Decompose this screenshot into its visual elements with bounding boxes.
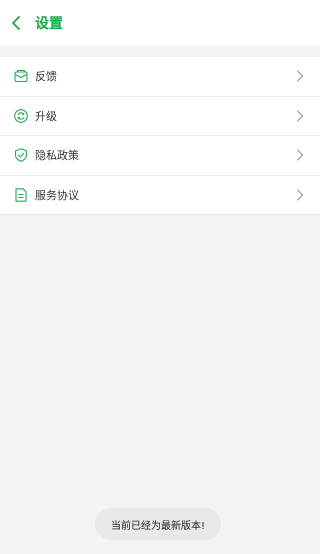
- page-title: 设置: [35, 16, 63, 32]
- toast-message: 当前已经为最新版本!: [95, 508, 221, 540]
- chevron-left-icon: [12, 16, 20, 30]
- chevron-right-icon: [296, 149, 304, 161]
- app-header: 设置: [0, 0, 320, 46]
- chevron-right-icon: [296, 110, 304, 122]
- settings-item-label: 服务协议: [35, 188, 79, 202]
- mail-icon: [13, 68, 29, 84]
- document-icon: [13, 187, 29, 203]
- settings-item-feedback[interactable]: 反馈: [0, 57, 320, 97]
- refresh-icon: [13, 108, 29, 124]
- settings-item-label: 升级: [35, 109, 57, 123]
- chevron-right-icon: [296, 70, 304, 82]
- settings-item-label: 隐私政策: [35, 149, 79, 163]
- chevron-right-icon: [296, 189, 304, 201]
- settings-item-terms[interactable]: 服务协议: [0, 176, 320, 215]
- settings-item-label: 反馈: [35, 70, 57, 84]
- back-button[interactable]: [1, 0, 31, 46]
- settings-item-upgrade[interactable]: 升级: [0, 97, 320, 136]
- settings-list: 反馈 升级 隐私政策 服务协议: [0, 57, 320, 215]
- shield-check-icon: [13, 147, 29, 163]
- settings-item-privacy[interactable]: 隐私政策: [0, 136, 320, 176]
